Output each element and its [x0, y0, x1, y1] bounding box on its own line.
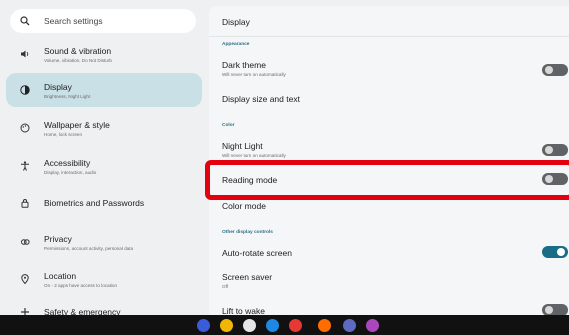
settings-screen: Search settings Sound & vibration Volume,… — [0, 0, 569, 335]
sidebar-item-label: Sound & vibration — [44, 45, 112, 56]
sidebar-item-sublabel: On - 2 apps have access to location — [44, 282, 118, 288]
accessibility-icon — [18, 159, 32, 173]
taskbar-dock — [0, 315, 569, 335]
row-title: Screen saver — [222, 272, 273, 282]
sidebar-item-sublabel: Volume, vibration, Do Not Disturb — [44, 57, 112, 63]
search-bar[interactable]: Search settings — [10, 9, 196, 33]
page-title: Display — [222, 17, 250, 27]
photos-icon[interactable] — [289, 319, 302, 332]
play-store-icon[interactable] — [318, 319, 331, 332]
sidebar-item-label: Accessibility — [44, 157, 91, 168]
dark-theme-toggle[interactable] — [542, 64, 568, 76]
sidebar-item-label: Location — [44, 270, 77, 281]
sidebar-item-biometrics[interactable]: Biometrics and Passwords — [6, 192, 202, 214]
highlight-box — [205, 160, 569, 200]
gear-icon[interactable] — [266, 319, 279, 332]
sidebar-item-sublabel: Home, lock screen — [44, 131, 83, 137]
row-title: Night Light — [222, 141, 263, 151]
section-color: Color — [222, 123, 235, 128]
messages-icon[interactable] — [343, 319, 356, 332]
row-display-size-and-text[interactable]: Display size and text — [222, 94, 300, 104]
row-color-mode[interactable]: Color mode — [222, 201, 266, 211]
row-subtitle: Will never turn on automatically — [222, 153, 286, 158]
sidebar-item-sublabel: Brightness, Night Light — [44, 93, 91, 99]
row-subtitle: Will never turn on automatically — [222, 72, 286, 77]
search-placeholder: Search settings — [44, 16, 103, 26]
settings-sidebar: Search settings Sound & vibration Volume,… — [0, 0, 206, 335]
row-title: Dark theme — [222, 60, 266, 70]
section-other-display-controls: Other display controls — [222, 230, 273, 235]
row-subtitle: Off — [222, 284, 229, 289]
night-light-toggle[interactable] — [542, 144, 568, 156]
privacy-icon — [18, 235, 32, 249]
sidebar-item-label: Display — [44, 81, 72, 92]
search-icon — [20, 16, 30, 26]
camera-icon[interactable] — [243, 319, 256, 332]
auto-rotate-toggle[interactable] — [542, 246, 568, 258]
divider — [209, 36, 569, 37]
chrome-icon[interactable] — [220, 319, 233, 332]
sidebar-item-label: Biometrics and Passwords — [44, 198, 145, 208]
row-title: Auto-rotate screen — [222, 248, 292, 258]
sidebar-item-location[interactable]: Location On - 2 apps have access to locat… — [6, 265, 202, 293]
location-icon — [18, 272, 32, 286]
sidebar-item-accessibility[interactable]: Accessibility Display, interaction, audio — [6, 152, 202, 180]
sidebar-item-label: Privacy — [44, 233, 72, 244]
section-appearance: Appearance — [222, 42, 250, 47]
sidebar-item-label: Wallpaper & style — [44, 119, 110, 130]
apps-grid-icon[interactable] — [366, 319, 379, 332]
settings-app-icon[interactable] — [197, 319, 210, 332]
sidebar-item-sound[interactable]: Sound & vibration Volume, vibration, Do N… — [6, 40, 202, 68]
brightness-icon — [18, 83, 32, 97]
lock-icon — [18, 196, 32, 210]
palette-icon — [18, 121, 32, 135]
sidebar-item-privacy[interactable]: Privacy Permissions, account activity, pe… — [6, 228, 202, 256]
sidebar-item-display[interactable]: Display Brightness, Night Light — [6, 73, 202, 107]
sidebar-item-sublabel: Display, interaction, audio — [44, 169, 97, 175]
speaker-icon — [18, 47, 32, 61]
sidebar-item-wallpaper[interactable]: Wallpaper & style Home, lock screen — [6, 114, 202, 142]
sidebar-item-sublabel: Permissions, account activity, personal … — [44, 245, 134, 251]
